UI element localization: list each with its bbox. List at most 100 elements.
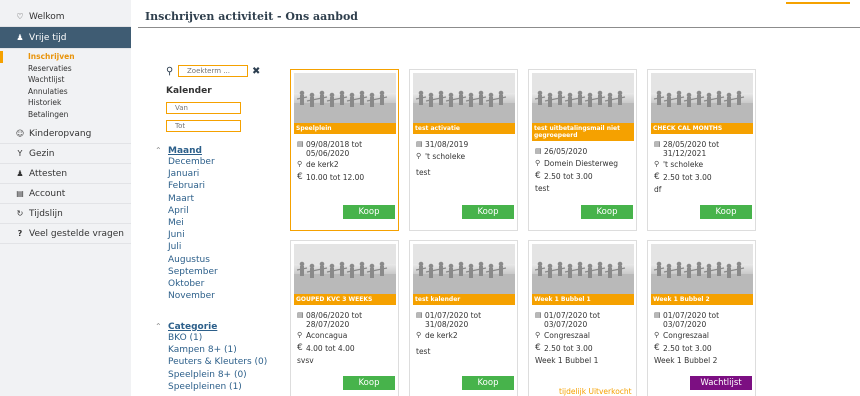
welcome-icon: ♡ — [16, 12, 24, 21]
category-item[interactable]: Kampen 8+ (1) — [155, 344, 267, 356]
category-item[interactable]: Peuters & Kleuters (0) — [155, 356, 267, 368]
activity-date: 31/08/2019 — [425, 140, 469, 149]
category-item[interactable]: Speelpleinen (1) — [155, 381, 267, 393]
buy-button[interactable]: Koop — [343, 376, 395, 390]
leisure-icon: ♟ — [16, 33, 24, 42]
month-item[interactable]: December — [155, 156, 218, 168]
activity-description: Week 1 Bubbel 2 — [654, 356, 718, 365]
month-item[interactable]: Augustus — [155, 254, 218, 266]
location-row: ⚲ Domein Diesterweg — [535, 159, 618, 168]
location-row: ⚲'t scholeke — [654, 160, 703, 169]
activity-photo-svg — [532, 73, 634, 123]
nav-item-account[interactable]: ▤ Account — [0, 184, 131, 204]
nav-item-kinderopvang[interactable]: ☺ Kinderopvang — [0, 124, 131, 144]
month-filter-header[interactable]: ⌃ Maand — [155, 146, 218, 156]
activity-photo — [413, 73, 515, 123]
search-input[interactable] — [178, 65, 248, 77]
activity-location: Congreszaal — [663, 331, 709, 340]
buy-button[interactable]: Koop — [700, 205, 752, 219]
sub-item-betalingen[interactable]: Betalingen — [0, 109, 131, 121]
history-icon: ↻ — [16, 209, 24, 218]
nav-item-attesten[interactable]: ♟ Attesten — [0, 164, 131, 184]
location-row: ⚲ Aconcagua — [297, 331, 347, 340]
buy-button[interactable]: Koop — [581, 205, 633, 219]
activity-card[interactable]: Week 1 Bubbel 1 ▤ 01/07/2020 tot 03/07/202… — [528, 240, 637, 396]
month-item[interactable]: Oktober — [155, 278, 218, 290]
sub-item-annulaties[interactable]: Annulaties — [0, 86, 131, 98]
category-item[interactable]: BKO (1) — [155, 332, 267, 344]
title-divider — [138, 27, 860, 28]
month-item[interactable]: Juni — [155, 229, 218, 241]
activity-photo-svg — [294, 73, 396, 123]
activity-card[interactable]: test uitbetalingsmail niet gegroepeerd ▤ 2… — [528, 69, 637, 231]
activity-description: df — [654, 185, 662, 194]
euro-icon: € — [654, 343, 660, 353]
buy-button[interactable]: Koop — [343, 205, 395, 219]
nav-label: Account — [29, 188, 66, 199]
date-row: ▤ 26/05/2020 — [535, 147, 631, 156]
nav-item-welkom[interactable]: ♡ Welkom — [0, 7, 131, 27]
month-item[interactable]: April — [155, 205, 218, 217]
activity-location: Congreszaal — [544, 331, 590, 340]
activity-title: test activatie — [413, 123, 515, 134]
activity-price: 2.50 tot 3.00 — [544, 172, 593, 181]
activity-card[interactable]: test kalender ▤ 01/07/2020 tot 31/08/2020 ⚲… — [409, 240, 518, 396]
date-to-input[interactable] — [166, 120, 241, 132]
nav-item-tijdslijn[interactable]: ↻ Tijdslijn — [0, 204, 131, 224]
buy-button[interactable]: Koop — [462, 376, 514, 390]
activity-price: 2.50 tot 3.00 — [663, 344, 712, 353]
month-item[interactable]: Juli — [155, 241, 218, 253]
waitlist-button[interactable]: Wachtlijst — [690, 376, 752, 390]
clear-search-icon[interactable]: ✖ — [252, 66, 260, 77]
user-icon: ♟ — [16, 169, 24, 178]
kalender-heading: Kalender — [166, 86, 212, 96]
location-pin-icon: ⚲ — [297, 331, 303, 339]
month-item[interactable]: Maart — [155, 193, 218, 205]
sub-item-wachtlijst[interactable]: Wachtlijst — [0, 74, 131, 86]
location-pin-icon: ⚲ — [654, 160, 660, 168]
sub-item-historiek[interactable]: Historiek — [0, 97, 131, 109]
nav-label: Tijdslijn — [29, 208, 63, 219]
nav-label: Welkom — [29, 11, 65, 22]
buy-button[interactable]: Koop — [462, 205, 514, 219]
date-from-input[interactable] — [166, 102, 241, 114]
nav-label: Veel gestelde vragen — [29, 228, 125, 239]
activity-card[interactable]: Week 1 Bubbel 2 ▤ 01/07/2020 tot 03/07/202… — [647, 240, 756, 396]
category-filter-header[interactable]: ⌃ Categorie — [155, 322, 267, 332]
search-icon[interactable]: ⚲ — [166, 66, 178, 77]
search-row: ⚲ ✖ — [166, 64, 274, 78]
month-item[interactable]: Januari — [155, 168, 218, 180]
sidebar: ♡ Welkom ♟ Vrije tijd Inschrijven Reserv… — [0, 0, 131, 396]
nav-item-faq[interactable]: ? Veel gestelde vragen — [0, 224, 131, 244]
activity-card[interactable]: Speelplein ▤ 09/08/2018 tot 05/06/2020 ⚲ de … — [290, 69, 399, 231]
month-item[interactable]: Februari — [155, 180, 218, 192]
month-item[interactable]: September — [155, 266, 218, 278]
location-pin-icon: ⚲ — [416, 331, 422, 339]
month-filter-label: Maand — [168, 146, 202, 156]
activity-title: test uitbetalingsmail niet gegroepeerd — [532, 123, 634, 141]
location-row: ⚲ Congreszaal — [654, 331, 709, 340]
activity-card[interactable]: test activatie ▤ 31/08/2019 ⚲'t scholeke tes… — [409, 69, 518, 231]
sub-item-inschrijven[interactable]: Inschrijven — [0, 51, 131, 63]
euro-icon: € — [297, 343, 303, 353]
activity-description: Week 1 Bubbel 1 — [535, 356, 599, 365]
activity-title: test kalender — [413, 294, 515, 305]
activity-title: Speelplein — [294, 123, 396, 134]
calendar-icon: ▤ — [535, 147, 542, 155]
activity-card[interactable]: GOUPED KVC 3 WEEKS ▤ 08/06/2020 tot 28/07/… — [290, 240, 399, 396]
month-item[interactable]: Mei — [155, 217, 218, 229]
nav-item-gezin[interactable]: Y Gezin — [0, 144, 131, 164]
activity-photo-svg — [651, 244, 753, 294]
month-item[interactable]: November — [155, 290, 218, 302]
activity-photo-svg — [413, 73, 515, 123]
filter-panel: ⚲ ✖ Kalender — [166, 64, 274, 132]
activity-description: test — [416, 168, 431, 177]
activity-card[interactable]: CHECK CAL MONTHS ▤ 28/05/2020 tot 31/12/20… — [647, 69, 756, 231]
category-item[interactable]: Speelplein 8+ (0) — [155, 369, 267, 381]
activity-photo — [532, 244, 634, 294]
activity-date: 26/05/2020 — [544, 147, 588, 156]
sub-item-reservaties[interactable]: Reservaties — [0, 63, 131, 75]
activity-location: 't scholeke — [663, 160, 704, 169]
nav-item-vrije-tijd[interactable]: ♟ Vrije tijd — [0, 27, 131, 49]
location-row: ⚲ Congreszaal — [535, 331, 590, 340]
